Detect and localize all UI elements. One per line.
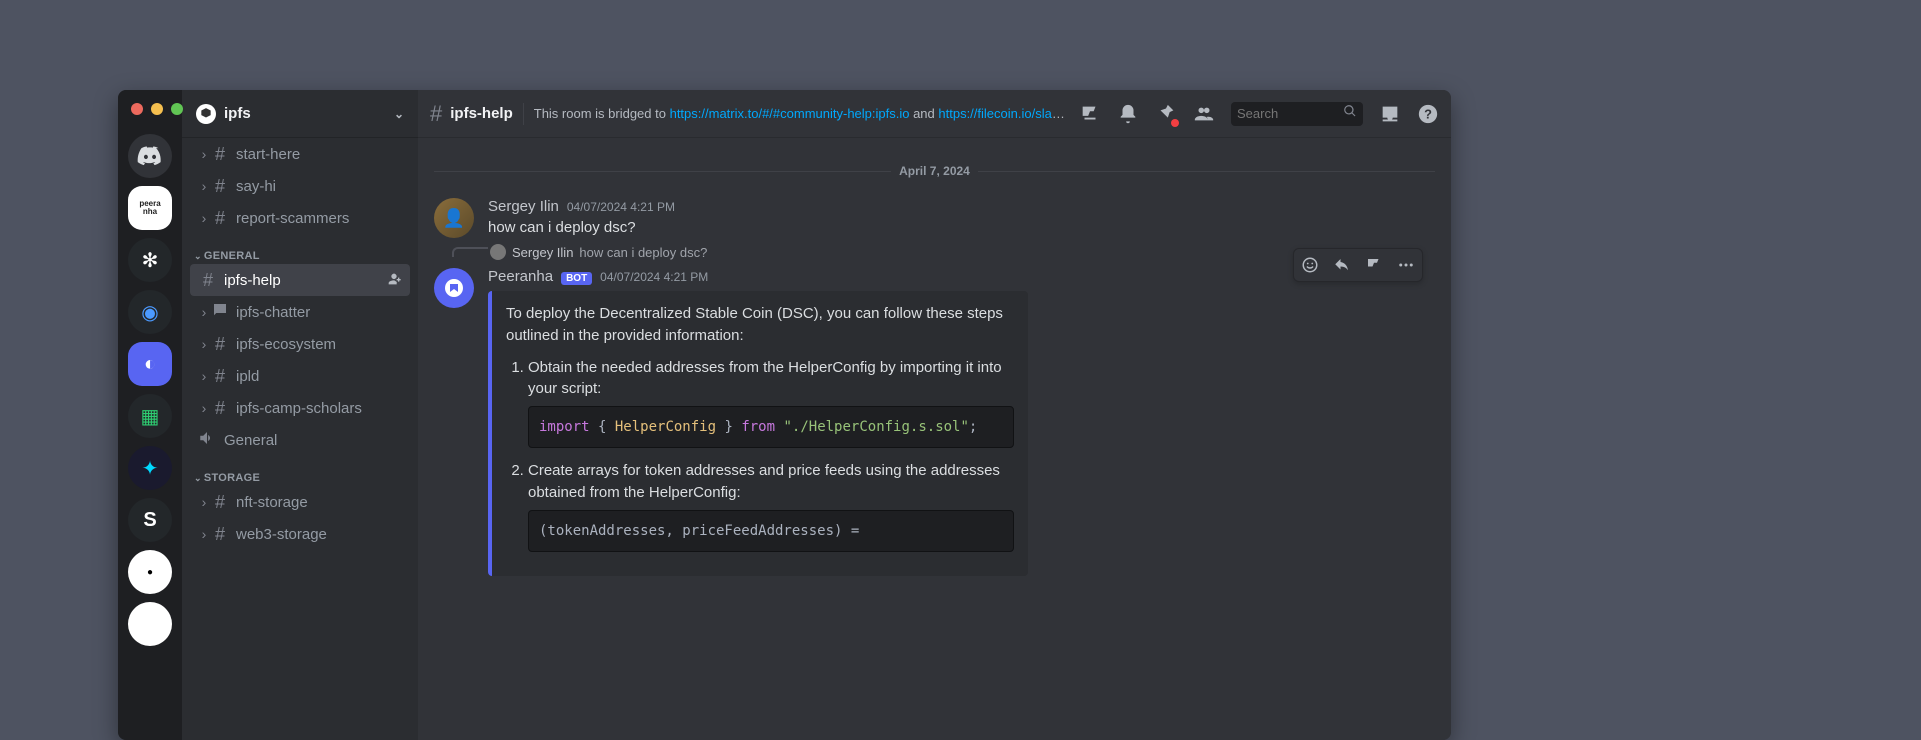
channel-ipld[interactable]: ›#ipld — [190, 360, 410, 392]
channel-ipfs-ecosystem[interactable]: ›#ipfs-ecosystem — [190, 328, 410, 360]
server-9[interactable]: ● — [128, 550, 172, 594]
search-icon — [1343, 104, 1357, 123]
speaker-icon — [198, 429, 218, 451]
channel-start-here[interactable]: ›#start-here — [190, 138, 410, 170]
channel-sidebar: ipfs ⌄ ›#start-here ›#say-hi ›#report-sc… — [182, 90, 418, 740]
server-6[interactable]: ▦ — [128, 394, 172, 438]
reply-reference[interactable]: Sergey Ilin how can i deploy dsc? — [434, 244, 1435, 260]
minimize-window[interactable] — [151, 103, 163, 115]
server-title: ipfs — [224, 105, 251, 122]
channel-nft-storage[interactable]: ›#nft-storage — [190, 486, 410, 518]
server-header[interactable]: ipfs ⌄ — [182, 90, 418, 138]
server-3[interactable]: ✻ — [128, 238, 172, 282]
reply-avatar — [490, 244, 506, 260]
message-2: Sergey Ilin how can i deploy dsc? Peeran… — [434, 262, 1435, 586]
voice-general[interactable]: General — [190, 424, 410, 456]
server-list: peeranha ✻ ◉ ◐ ▦ ✦ S ● — [118, 90, 182, 740]
message-body: how can i deploy dsc? — [488, 217, 1435, 238]
code-block-1[interactable]: import { HelperConfig } from "./HelperCo… — [528, 406, 1014, 448]
date-divider: April 7, 2024 — [434, 164, 1435, 178]
category-storage[interactable]: ⌄STORAGE — [190, 456, 410, 486]
server-10[interactable] — [128, 602, 172, 646]
server-4[interactable]: ◉ — [128, 290, 172, 334]
notifications-icon[interactable] — [1117, 103, 1139, 125]
maximize-window[interactable] — [171, 103, 183, 115]
topic-link-2[interactable]: https://filecoin.io/slack — [938, 106, 1064, 121]
channel-say-hi[interactable]: ›#say-hi — [190, 170, 410, 202]
hash-icon: # — [430, 101, 442, 127]
main-content: # ipfs-help This room is bridged to http… — [418, 90, 1451, 740]
chevron-down-icon: ⌄ — [394, 107, 404, 121]
channels-list: ›#start-here ›#say-hi ›#report-scammers … — [182, 138, 418, 740]
message-timestamp: 04/07/2024 4:21 PM — [600, 270, 708, 284]
avatar-sergey[interactable]: 👤 — [434, 198, 474, 238]
category-general[interactable]: ⌄GENERAL — [190, 234, 410, 264]
message-1: 👤 Sergey Ilin 04/07/2024 4:21 PM how can… — [434, 196, 1435, 248]
search-box[interactable] — [1231, 102, 1363, 126]
message-author[interactable]: Peeranha — [488, 268, 553, 285]
topic-link-1[interactable]: https://matrix.to/#/#community-help:ipfs… — [670, 106, 910, 121]
header-toolbar: ? — [1079, 102, 1439, 126]
message-timestamp: 04/07/2024 4:21 PM — [567, 200, 675, 214]
channel-topic[interactable]: This room is bridged to https://matrix.t… — [534, 106, 1067, 121]
server-peeranha[interactable]: peeranha — [128, 186, 172, 230]
add-person-icon[interactable] — [386, 271, 402, 290]
home-button[interactable] — [128, 134, 172, 178]
search-input[interactable] — [1237, 106, 1339, 121]
code-block-2[interactable]: (tokenAddresses, priceFeedAddresses) = — [528, 510, 1014, 552]
avatar-peeranha[interactable] — [434, 268, 474, 308]
channel-header: # ipfs-help This room is bridged to http… — [418, 90, 1451, 138]
app-window: peeranha ✻ ◉ ◐ ▦ ✦ S ● ipfs ⌄ ›#start-he… — [118, 90, 1451, 740]
pinned-icon[interactable] — [1155, 103, 1177, 125]
server-ipfs-active[interactable]: ◐ — [128, 342, 172, 386]
message-author[interactable]: Sergey Ilin — [488, 198, 559, 215]
channel-ipfs-help[interactable]: #ipfs-help — [190, 264, 410, 296]
threads-icon[interactable] — [1079, 103, 1101, 125]
channel-name: ipfs-help — [450, 105, 513, 122]
svg-text:?: ? — [1424, 106, 1432, 121]
help-icon[interactable]: ? — [1417, 103, 1439, 125]
server-icon — [196, 104, 216, 124]
server-7[interactable]: ✦ — [128, 446, 172, 490]
server-8[interactable]: S — [128, 498, 172, 542]
close-window[interactable] — [131, 103, 143, 115]
embed: To deploy the Decentralized Stable Coin … — [488, 291, 1028, 576]
channel-ipfs-chatter[interactable]: ›ipfs-chatter — [190, 296, 410, 328]
members-icon[interactable] — [1193, 103, 1215, 125]
window-controls — [131, 103, 183, 115]
inbox-icon[interactable] — [1379, 103, 1401, 125]
bot-tag: BOT — [561, 272, 592, 285]
channel-ipfs-camp-scholars[interactable]: ›#ipfs-camp-scholars — [190, 392, 410, 424]
messages-area: April 7, 2024 👤 Sergey Ilin 04/07/2024 4… — [418, 138, 1451, 740]
header-divider — [523, 103, 524, 125]
channel-report-scammers[interactable]: ›#report-scammers — [190, 202, 410, 234]
channel-web3-storage[interactable]: ›#web3-storage — [190, 518, 410, 550]
